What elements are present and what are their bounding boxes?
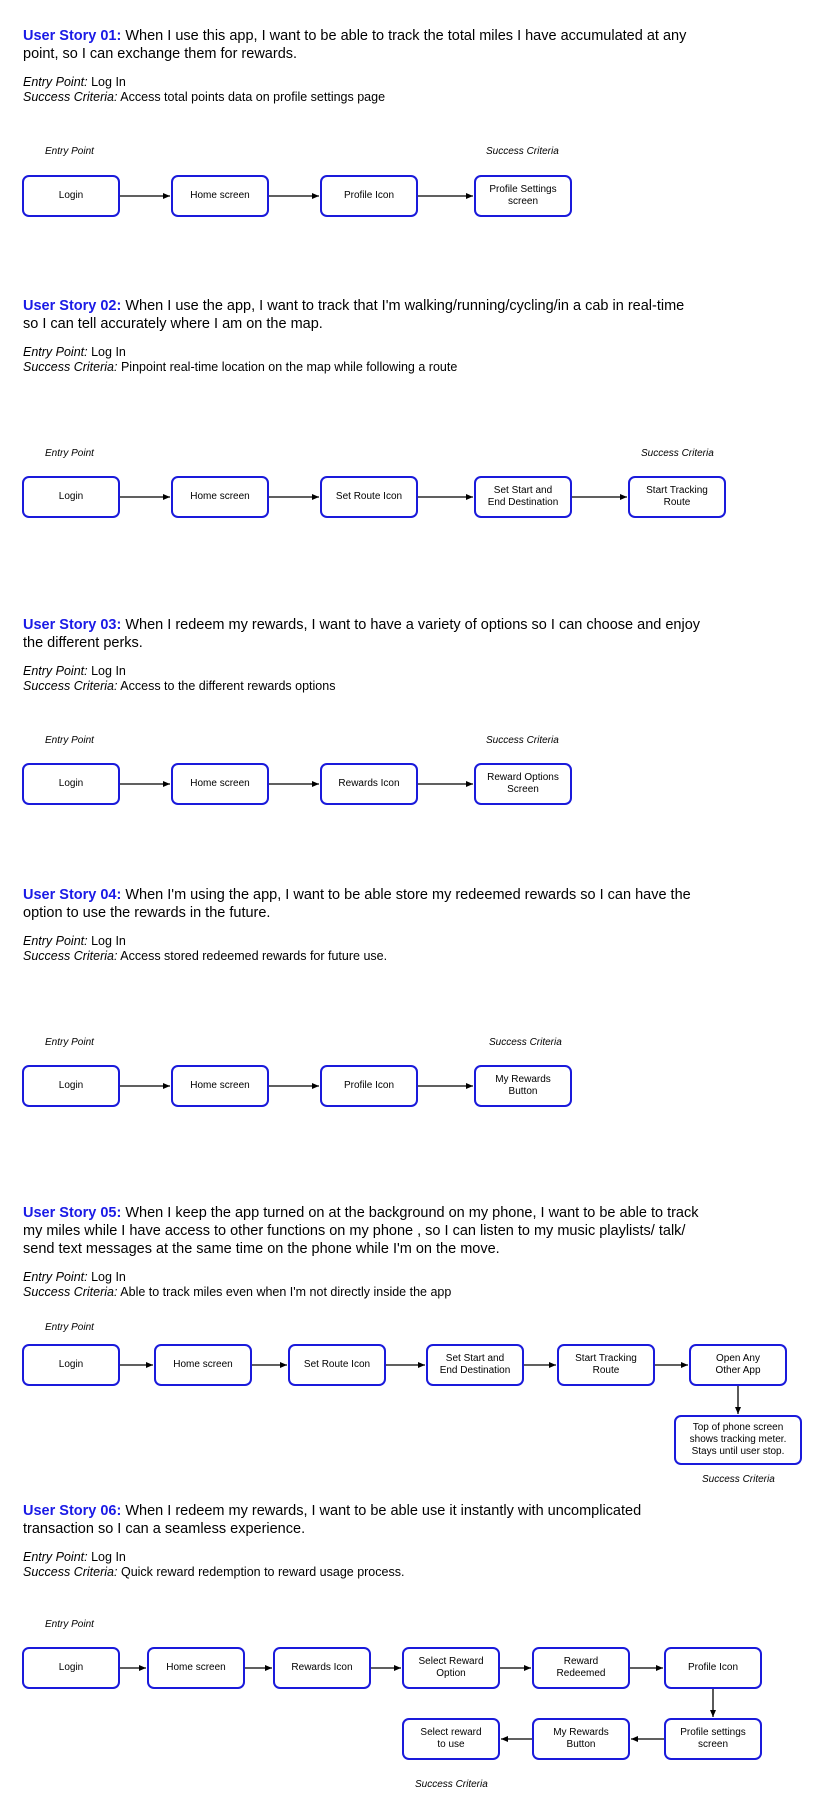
flow-6-step-profile-settings-screen: Profile settings screen <box>664 1718 762 1760</box>
flow-5-step-set-route-icon: Set Route Icon <box>288 1344 386 1386</box>
flow-5-step-open-other-app: Open Any Other App <box>689 1344 787 1386</box>
flow-6-step-my-rewards-button: My Rewards Button <box>532 1718 630 1760</box>
flow-4-step-my-rewards-button: My Rewards Button <box>474 1065 572 1107</box>
flow-2-step-set-start-end: Set Start and End Destination <box>474 476 572 518</box>
flow-1-step-login: Login <box>22 175 120 217</box>
flow-6-step-select-reward-option: Select Reward Option <box>402 1647 500 1689</box>
flow-5-step-set-start-end: Set Start and End Destination <box>426 1344 524 1386</box>
flow-2-step-start-tracking: Start Tracking Route <box>628 476 726 518</box>
flow-4-step-home-screen: Home screen <box>171 1065 269 1107</box>
flow-2-step-login: Login <box>22 476 120 518</box>
flow-5-step-tracking-meter: Top of phone screen shows tracking meter… <box>674 1415 802 1465</box>
flow-2-step-set-route-icon: Set Route Icon <box>320 476 418 518</box>
flow-5-step-home-screen: Home screen <box>154 1344 252 1386</box>
flow-arrows <box>120 193 741 1742</box>
flow-6-step-rewards-icon: Rewards Icon <box>273 1647 371 1689</box>
flow-2-step-home-screen: Home screen <box>171 476 269 518</box>
flow-1-step-profile-settings-screen: Profile Settings screen <box>474 175 572 217</box>
flow-6-step-reward-redeemed: Reward Redeemed <box>532 1647 630 1689</box>
flow-3-step-reward-options-screen: Reward Options Screen <box>474 763 572 805</box>
flow-4-step-profile-icon: Profile Icon <box>320 1065 418 1107</box>
flow-6-step-home-screen: Home screen <box>147 1647 245 1689</box>
flow-3-step-home-screen: Home screen <box>171 763 269 805</box>
flow-4-step-login: Login <box>22 1065 120 1107</box>
flow-6-step-profile-icon: Profile Icon <box>664 1647 762 1689</box>
flow-5-step-login: Login <box>22 1344 120 1386</box>
flow-6-step-select-reward-to-use: Select reward to use <box>402 1718 500 1760</box>
flow-1-step-profile-icon: Profile Icon <box>320 175 418 217</box>
flow-3-step-login: Login <box>22 763 120 805</box>
flow-3-step-rewards-icon: Rewards Icon <box>320 763 418 805</box>
flow-6-step-login: Login <box>22 1647 120 1689</box>
flow-1-step-home-screen: Home screen <box>171 175 269 217</box>
flow-5-step-start-tracking: Start Tracking Route <box>557 1344 655 1386</box>
